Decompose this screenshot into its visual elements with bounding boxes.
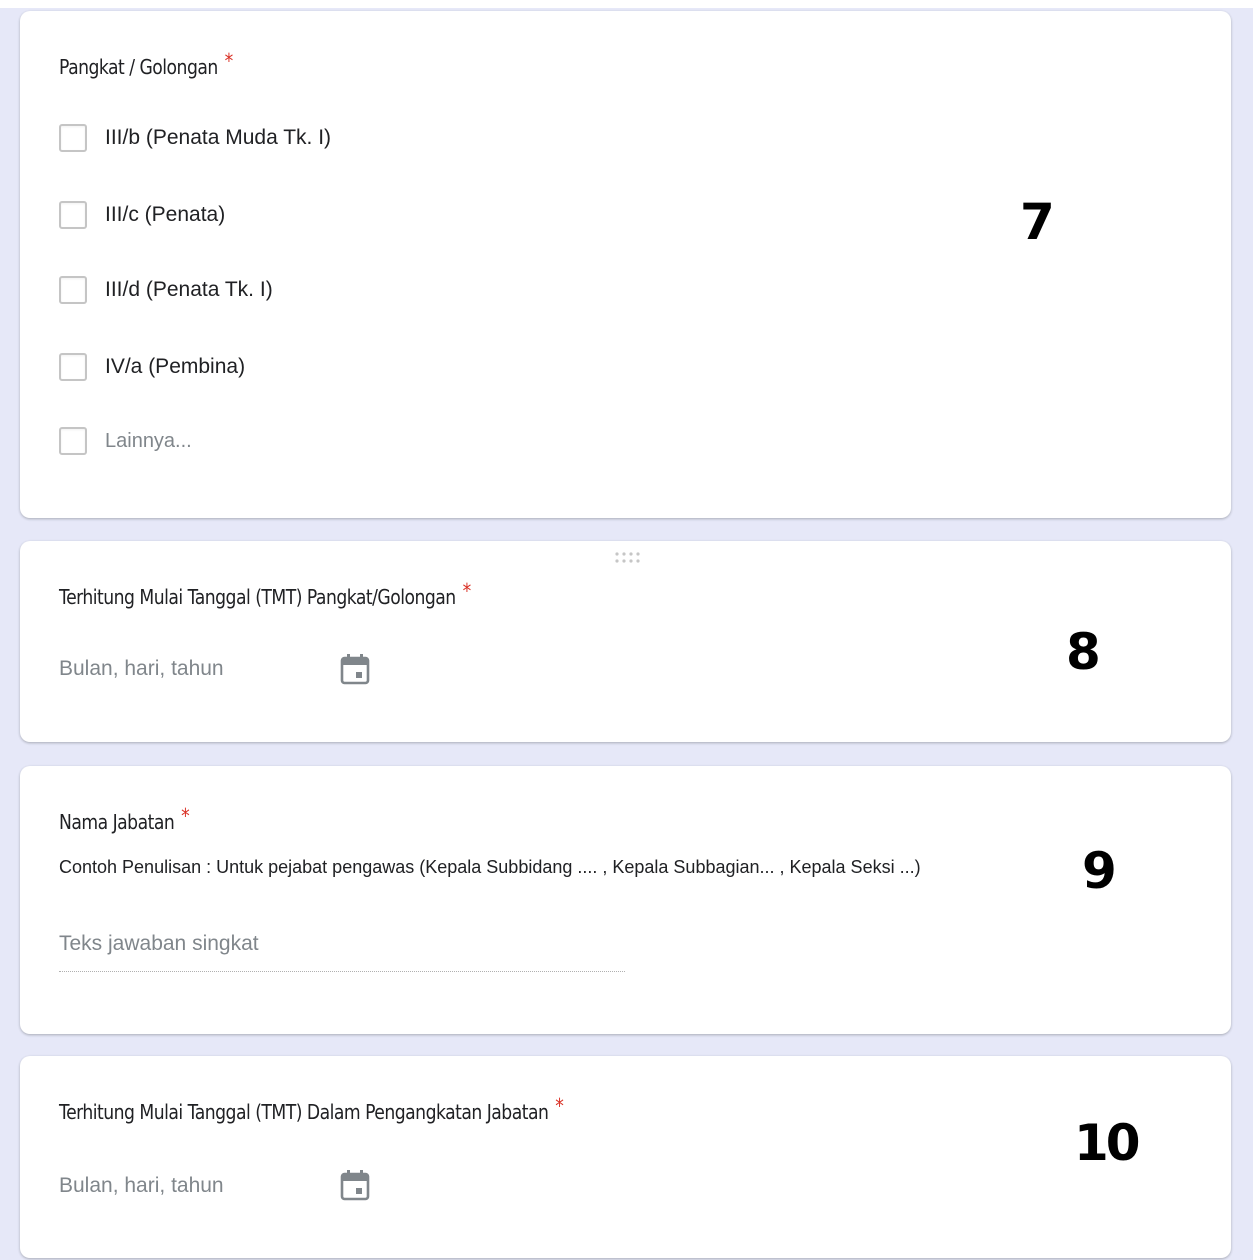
question-card-pangkat: Pangkat / Golongan * III/b (Penata Muda T… [20,11,1231,518]
question-title-text: Nama Jabatan [59,810,175,834]
other-option-label: Lainnya... [105,429,192,452]
checkbox-icon[interactable] [59,201,87,229]
required-asterisk: * [224,49,234,73]
question-card-tmt-pangkat: Terhitung Mulai Tanggal (TMT) Pangkat/Go… [20,541,1231,742]
required-asterisk: * [555,1094,564,1118]
top-edge [0,0,1253,8]
option-label: III/d (Penata Tk. I) [105,278,273,301]
question-title-text: Terhitung Mulai Tanggal (TMT) Pangkat/Go… [59,585,456,609]
question-card-nama-jabatan: Nama Jabatan * Contoh Penulisan : Untuk p… [20,766,1231,1034]
question-description: Contoh Penulisan : Untuk pejabat pengawa… [59,857,921,877]
checkbox-option[interactable]: IV/a (Pembina) [59,351,245,383]
question-title: Pangkat / Golongan * [59,49,233,79]
question-card-tmt-jabatan: Terhitung Mulai Tanggal (TMT) Dalam Peng… [20,1056,1231,1258]
required-asterisk: * [181,804,190,828]
option-label: IV/a (Pembina) [105,355,246,378]
date-input[interactable]: Bulan, hari, tahun [59,1174,224,1198]
date-placeholder: Bulan, hari, tahun [59,657,224,680]
question-title-text: Pangkat / Golongan [59,55,218,79]
checkbox-option[interactable]: III/d (Penata Tk. I) [59,274,273,306]
date-placeholder: Bulan, hari, tahun [59,1174,224,1197]
calendar-icon[interactable] [340,1169,370,1201]
question-title-text: Terhitung Mulai Tanggal (TMT) Dalam Peng… [59,1100,549,1124]
question-title: Terhitung Mulai Tanggal (TMT) Dalam Peng… [59,1094,564,1124]
required-asterisk: * [462,579,472,603]
option-label: III/c (Penata) [105,203,226,226]
checkbox-option[interactable]: III/b (Penata Muda Tk. I) [59,122,331,154]
question-number-annotation: 9 [1082,842,1117,900]
question-number-annotation: 7 [1020,193,1055,251]
question-title: Terhitung Mulai Tanggal (TMT) Pangkat/Go… [59,579,471,609]
checkbox-icon[interactable] [59,353,87,381]
checkbox-icon[interactable] [59,124,87,152]
question-number-annotation: 8 [1066,623,1101,681]
checkbox-option[interactable]: III/c (Penata) [59,199,225,231]
checkbox-icon[interactable] [59,276,87,304]
option-label: III/b (Penata Muda Tk. I) [105,126,332,149]
checkbox-icon[interactable] [59,427,87,455]
calendar-icon[interactable] [340,653,370,685]
question-title: Nama Jabatan * [59,804,190,834]
drag-handle-icon[interactable] [614,551,642,565]
checkbox-option-other[interactable]: Lainnya... [59,425,192,457]
date-input[interactable]: Bulan, hari, tahun [59,657,224,681]
question-number-annotation: 10 [1074,1114,1141,1172]
short-answer-input[interactable]: Teks jawaban singkat [59,932,625,972]
short-answer-placeholder: Teks jawaban singkat [59,932,259,955]
